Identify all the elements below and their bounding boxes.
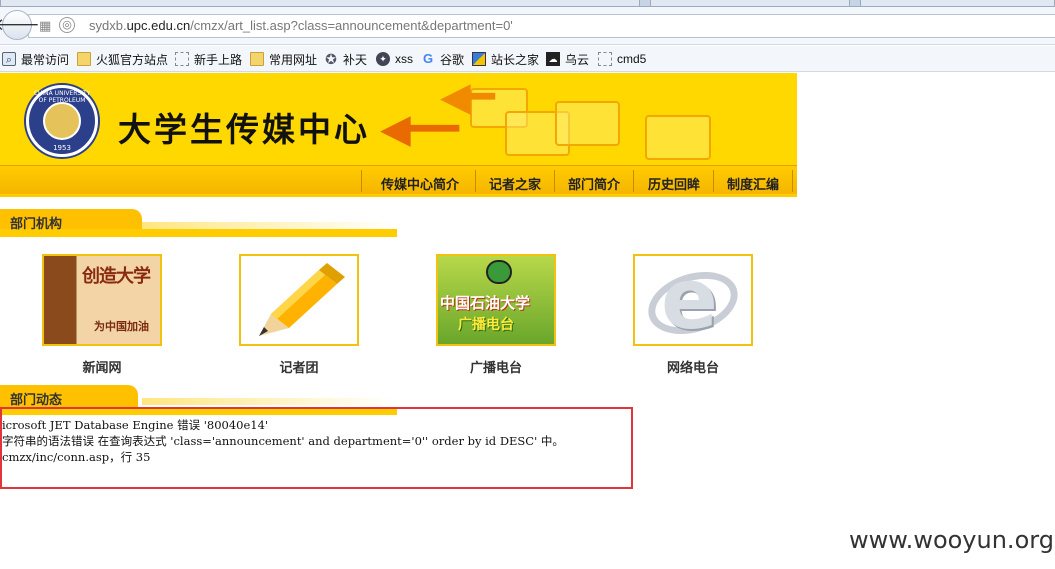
section-title: 部门动态	[0, 385, 138, 407]
grid-icon[interactable]: ▦	[39, 18, 55, 34]
seal-icon: ✦	[376, 52, 390, 66]
bookmark-label: 谷歌	[440, 52, 465, 67]
menu-divider	[361, 170, 362, 192]
menu-divider	[713, 170, 714, 192]
browser-tab[interactable]	[860, 0, 1055, 7]
globe-icon[interactable]: ◎	[59, 17, 75, 33]
menu-item-regulations[interactable]: 制度汇编	[727, 174, 779, 193]
back-button[interactable]: 🡐	[0, 10, 40, 40]
image-subcaption: 广播电台	[458, 316, 514, 332]
menu-item-reporters-home[interactable]: 记者之家	[489, 174, 541, 193]
star-icon: ✪	[325, 51, 337, 67]
error-message: icrosoft JET Database Engine 错误 '80040e1…	[2, 417, 564, 465]
page-icon	[175, 52, 189, 66]
department-image-web-radio[interactable]: e	[633, 254, 753, 346]
menu-divider	[792, 170, 793, 192]
bookmark-chinaz[interactable]: 站长之家	[472, 51, 539, 67]
menu-divider	[554, 170, 555, 192]
url-text[interactable]: sydxb.upc.edu.cn/cmzx/art_list.asp?class…	[89, 18, 513, 33]
department-label[interactable]: 新闻网	[42, 357, 162, 376]
back-arrow-icon: 🡐	[0, 15, 40, 34]
bookmark-common-sites[interactable]: 常用网址	[250, 51, 317, 67]
error-line: 字符串的语法错误 在查询表达式 'class='announcement' an…	[2, 434, 564, 448]
bookmark-getting-started[interactable]: 新手上路	[175, 51, 242, 67]
mascot-icon	[486, 260, 512, 284]
site-title: 大学生传媒中心	[118, 110, 370, 149]
menu-divider	[475, 170, 476, 192]
site-banner: ◀━ ◀━━ CHINA UNIVERSITY OF PETROLEUM 195…	[0, 73, 797, 165]
site-icon	[472, 52, 486, 66]
bookmark-label: cmd5	[617, 52, 647, 66]
menu-divider	[633, 170, 634, 192]
department-label[interactable]: 网络电台	[633, 357, 753, 376]
pencil-icon	[259, 263, 345, 336]
folder-icon	[77, 52, 91, 66]
department-label[interactable]: 广播电台	[436, 357, 556, 376]
bookmark-butian[interactable]: ✪ 补天	[324, 51, 367, 67]
bookmarks-toolbar: ⌕ 最常访问 火狐官方站点 新手上路 常用网址 ✪ 补天 ✦ xss G 谷歌 站长之家…	[0, 46, 1055, 72]
watermark: www.wooyun.org	[849, 526, 1054, 554]
error-line: icrosoft JET Database Engine 错误 '80040e1…	[2, 418, 269, 432]
logo-text: CHINA UNIVERSITY OF PETROLEUM	[33, 90, 91, 104]
bookmark-firefox-sites[interactable]: 火狐官方站点	[77, 51, 168, 67]
menu-item-history[interactable]: 历史回眸	[648, 174, 700, 193]
bookmark-label: 最常访问	[21, 52, 70, 67]
image-caption: 创造大学	[82, 266, 151, 287]
section-header-departments: 部门机构	[0, 209, 397, 237]
section-title: 部门机构	[0, 209, 142, 231]
wooyun-icon: ☁	[546, 52, 560, 66]
bookmark-xss[interactable]: ✦ xss	[376, 51, 413, 67]
navigation-bar: ▦ ◎ sydxb.upc.edu.cn/cmzx/art_list.asp?c…	[0, 7, 1055, 45]
bookmark-label: 乌云	[565, 52, 590, 67]
bookmark-google[interactable]: G 谷歌	[421, 51, 464, 67]
bookmark-label: 常用网址	[269, 52, 318, 67]
address-bar[interactable]: ▦ ◎ sydxb.upc.edu.cn/cmzx/art_list.asp?c…	[28, 14, 1055, 38]
bookmark-label: 新手上路	[194, 52, 243, 67]
logo-emblem-icon	[43, 102, 81, 140]
arrow-decoration-icon: ◀━━	[380, 107, 459, 151]
web-page: ◀━ ◀━━ CHINA UNIVERSITY OF PETROLEUM 195…	[0, 73, 797, 569]
ie-logo-icon: e	[661, 254, 718, 346]
decorative-square	[645, 115, 711, 160]
logo-year: 1953	[53, 144, 71, 152]
department-image-reporters[interactable]	[239, 254, 359, 346]
folder-icon	[250, 52, 264, 66]
department-image-news[interactable]: 创造大学 为中国加油	[42, 254, 162, 346]
section-fade	[142, 398, 397, 405]
bookmark-cmd5[interactable]: cmd5	[598, 51, 646, 67]
section-fade	[142, 222, 397, 229]
browser-tab[interactable]	[0, 0, 640, 7]
image-caption: 中国石油大学	[440, 295, 531, 312]
bookmark-label: xss	[395, 52, 413, 66]
department-label[interactable]: 记者团	[239, 357, 359, 376]
bookmark-wooyun[interactable]: ☁ 乌云	[546, 51, 589, 67]
bookmark-label: 补天	[343, 52, 368, 67]
error-line: cmzx/inc/conn.asp，行 35	[2, 450, 151, 464]
section-header-news: 部门动态	[0, 385, 397, 415]
bookmark-most-visited[interactable]: ⌕ 最常访问	[2, 51, 69, 67]
google-icon: G	[422, 51, 434, 66]
image-subcaption: 为中国加油	[94, 321, 149, 333]
compass-icon: ⌕	[2, 52, 16, 66]
decorative-square	[555, 101, 620, 146]
browser-tab[interactable]	[650, 0, 850, 7]
menu-item-center-intro[interactable]: 传媒中心简介	[381, 174, 459, 193]
university-logo: CHINA UNIVERSITY OF PETROLEUM 1953	[26, 85, 98, 157]
browser-tab-strip	[0, 0, 1055, 7]
main-menu: 传媒中心简介 记者之家 部门简介 历史回眸 制度汇编	[0, 165, 797, 197]
bookmark-label: 站长之家	[491, 52, 540, 67]
bookmark-label: 火狐官方站点	[96, 52, 169, 67]
page-icon	[598, 52, 612, 66]
error-highlight-box: icrosoft JET Database Engine 错误 '80040e1…	[0, 407, 633, 489]
department-image-radio[interactable]: 中国石油大学 广播电台	[436, 254, 556, 346]
menu-item-department-intro[interactable]: 部门简介	[568, 174, 620, 193]
